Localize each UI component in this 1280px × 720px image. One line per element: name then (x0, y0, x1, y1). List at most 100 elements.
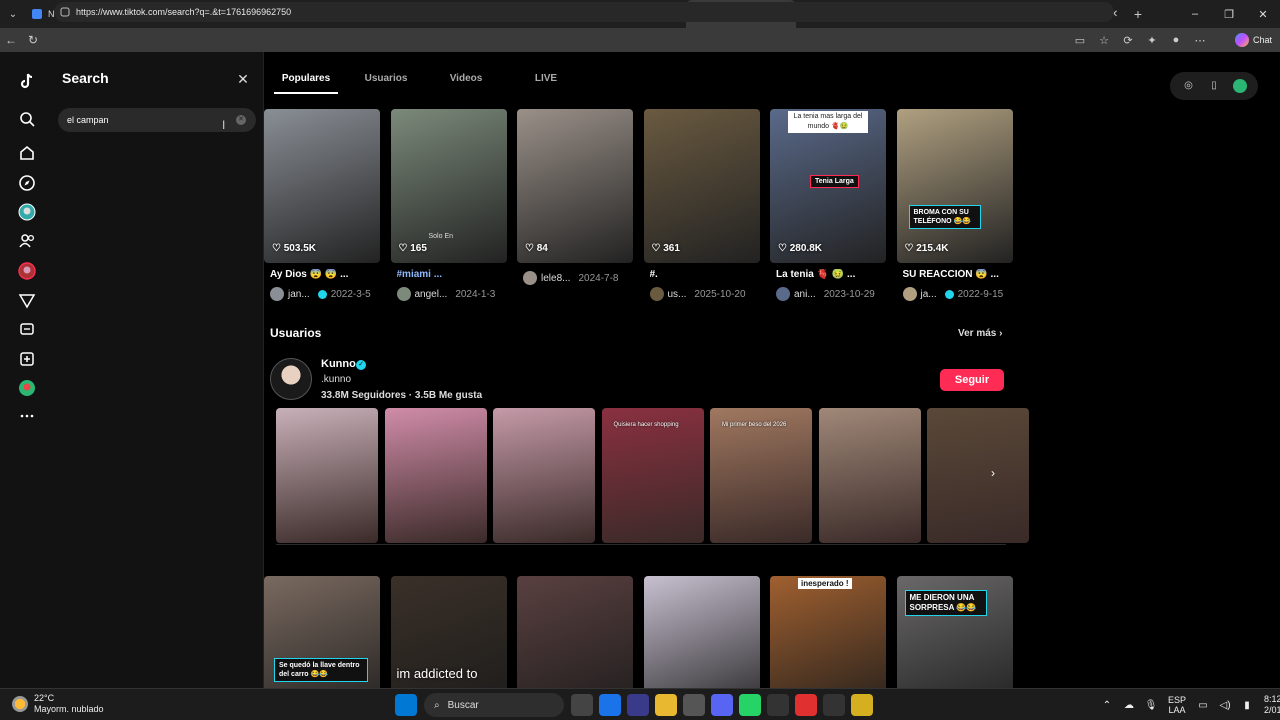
video-thumbnail[interactable] (643, 109, 760, 263)
coin-icon[interactable]: ◎ (1182, 79, 1196, 93)
tab-search-chevron-icon[interactable]: ⌄ (0, 0, 26, 28)
clear-search-icon[interactable]: ✕ (236, 115, 246, 125)
maximize-icon[interactable]: ❐ (1212, 8, 1246, 21)
app-notify-icon[interactable] (823, 694, 845, 716)
discord-icon[interactable] (711, 694, 733, 716)
battery-icon[interactable]: ▮ (1236, 700, 1258, 711)
install-app-icon[interactable]: ▭ (1068, 34, 1092, 47)
copilot-icon[interactable] (627, 694, 649, 716)
minimize-icon[interactable]: – (1178, 8, 1212, 20)
video-card[interactable]: BROMA CON SU TELÉFONO 😂😂 ♡ 215.4K SU REACC… (896, 109, 1013, 309)
start-icon[interactable] (395, 694, 417, 716)
video-card[interactable]: La tenia mas larga del mundo 🫀🤢 Tenia Lar… (770, 109, 886, 309)
reload-icon[interactable]: ↻ (22, 33, 44, 47)
chat-button[interactable]: Chat (1234, 30, 1272, 50)
home-icon[interactable] (14, 140, 40, 166)
tab-live[interactable]: LIVE (530, 66, 562, 94)
video-thumbnail[interactable] (264, 109, 380, 263)
user-name[interactable]: Kunno (321, 358, 356, 370)
more-dots-icon[interactable] (14, 403, 40, 429)
search-box[interactable]: ✕ (58, 108, 256, 132)
refresh-extension-icon[interactable]: ⟳ (1116, 34, 1140, 47)
app-yellow-icon[interactable] (851, 694, 873, 716)
video-thumbnail[interactable]: im addicted to (390, 576, 507, 688)
search-icon[interactable] (14, 106, 40, 132)
video-thumbnail[interactable] (517, 109, 633, 263)
profile-icon[interactable]: ● (1164, 34, 1188, 46)
author-name[interactable]: angel... (415, 289, 448, 300)
tiktok-logo-icon[interactable] (14, 68, 40, 94)
author-name[interactable]: jan... (288, 289, 310, 300)
menu-dots-icon[interactable]: ⋯ (1188, 34, 1212, 47)
video-description[interactable]: La tenia 🫀 🤢 ... (776, 269, 886, 280)
author-name[interactable]: us... (668, 289, 687, 300)
user-video-thumbnail[interactable] (276, 408, 378, 543)
new-tab-button[interactable]: + (1126, 6, 1150, 22)
user-video-thumbnail[interactable] (493, 408, 595, 543)
video-card[interactable] (517, 576, 633, 688)
upload-plus-icon[interactable] (14, 346, 40, 372)
user-video-thumbnail[interactable] (818, 408, 921, 543)
user-avatar-kunno[interactable] (270, 358, 312, 400)
steam-icon[interactable] (767, 694, 789, 716)
edge-icon[interactable] (599, 694, 621, 716)
video-card[interactable]: ♡ 361 #. us... 2025-10-20 (643, 109, 760, 309)
messages-send-icon[interactable] (14, 288, 40, 314)
address-bar[interactable]: https://www.tiktok.com/search?q=.&t=1761… (54, 2, 1114, 22)
author-avatar[interactable] (776, 287, 790, 301)
video-thumbnail[interactable] (517, 576, 633, 688)
video-thumbnail[interactable] (643, 576, 760, 688)
profile-avatar-icon[interactable] (14, 375, 40, 401)
video-thumbnail[interactable]: inesperado ! (770, 576, 886, 688)
author-name[interactable]: ja... (921, 289, 937, 300)
video-description[interactable]: #. (650, 269, 760, 280)
microphone-icon[interactable]: 🎙 (1140, 700, 1162, 711)
video-thumbnail[interactable]: BROMA CON SU TELÉFONO 😂😂 (896, 109, 1013, 263)
video-card[interactable]: Solo En ♡ 165 #miami ... angel... 2024-1-3 (390, 109, 507, 309)
following-avatar-icon[interactable] (14, 199, 40, 225)
weather-widget[interactable]: 22°C Mayorm. nublado (12, 693, 104, 715)
video-description[interactable]: Ay Dios 😨 😨 ... (270, 269, 380, 280)
author-avatar[interactable] (649, 287, 664, 301)
close-window-icon[interactable]: ✕ (1246, 8, 1280, 21)
back-icon[interactable]: ← (0, 33, 22, 47)
user-video-thumbnail[interactable]: Quisiera hacer shopping (601, 408, 704, 543)
video-thumbnail[interactable]: Solo En (390, 109, 507, 263)
store-icon[interactable] (683, 694, 705, 716)
inbox-icon[interactable] (14, 317, 40, 343)
video-thumbnail[interactable]: Se quedó la llave dentro del carro 😂😂 (264, 576, 380, 688)
extensions-icon[interactable]: ✦ (1140, 34, 1164, 47)
tab-videos[interactable]: Videos (444, 66, 488, 94)
video-thumbnail[interactable]: La tenia mas larga del mundo 🫀🤢 Tenia Lar… (770, 109, 886, 263)
user-video-thumbnail[interactable] (927, 408, 1029, 543)
author-name[interactable]: ani... (794, 289, 816, 300)
see-more-link[interactable]: Ver más › (958, 328, 1002, 339)
mobile-app-icon[interactable]: ▯ (1207, 79, 1221, 93)
author-avatar[interactable] (523, 271, 537, 285)
site-info-icon[interactable] (60, 7, 70, 17)
network-icon[interactable]: ▭ (1192, 700, 1214, 711)
author-name[interactable]: lele8... (541, 273, 570, 284)
bookmark-star-icon[interactable]: ☆ (1092, 34, 1116, 47)
friends-icon[interactable] (14, 228, 40, 254)
video-card[interactable]: ♡ 84 lele8... 2024-7-8 (517, 109, 633, 309)
clock[interactable]: 8:12 p. m. 2/01/2026 (1264, 694, 1280, 716)
video-card[interactable]: ME DIERON UNA SORPRESA 😂😂 (896, 576, 1013, 688)
task-view-icon[interactable] (571, 694, 593, 716)
volume-icon[interactable]: ◁) (1214, 700, 1236, 711)
user-video-thumbnail[interactable] (384, 408, 487, 543)
video-card[interactable]: inesperado ! (770, 576, 886, 688)
video-card[interactable] (643, 576, 760, 688)
app-red-icon[interactable] (795, 694, 817, 716)
tray-chevron-icon[interactable]: ⌃ (1096, 700, 1118, 711)
taskbar-search[interactable]: ⌕ Buscar (424, 693, 564, 717)
close-search-icon[interactable]: ✕ (234, 70, 252, 88)
video-card[interactable]: im addicted to (390, 576, 507, 688)
search-input[interactable] (67, 112, 227, 128)
video-description[interactable]: #miami ... (397, 269, 507, 280)
user-avatar[interactable] (1232, 79, 1247, 93)
author-avatar[interactable] (270, 287, 284, 301)
next-arrow-icon[interactable]: › (984, 464, 1002, 482)
tab-usuarios[interactable]: Usuarios (360, 66, 412, 94)
video-card[interactable]: ♡ 503.5K Ay Dios 😨 😨 ... jan... 2022-3-5 (264, 109, 380, 309)
